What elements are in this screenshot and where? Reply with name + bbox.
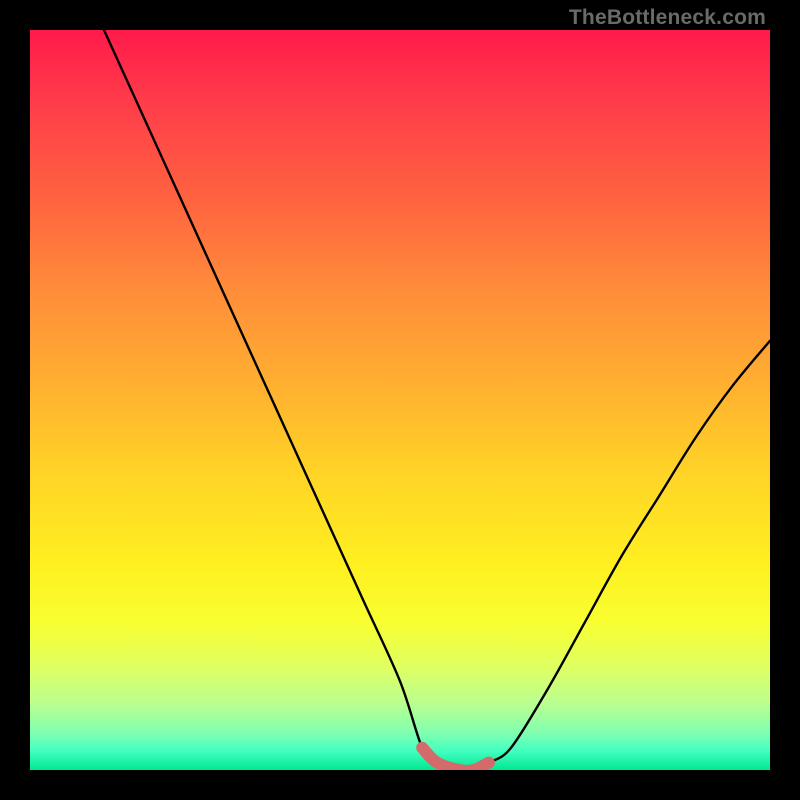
plot-area [30,30,770,770]
optimal-range-marker [422,748,489,770]
bottleneck-curve [104,30,770,770]
chart-frame: TheBottleneck.com [0,0,800,800]
curve-layer [30,30,770,770]
watermark-text: TheBottleneck.com [569,6,766,30]
